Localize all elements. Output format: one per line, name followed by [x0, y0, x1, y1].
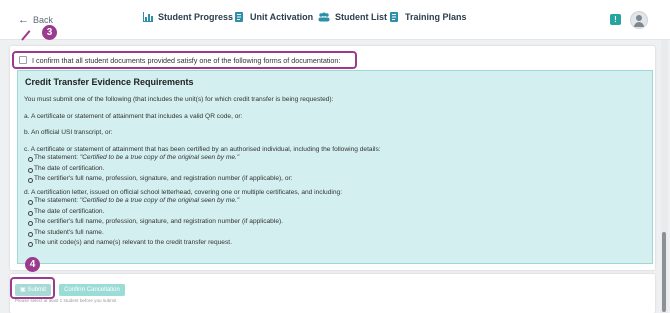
chat-icon[interactable]: !: [610, 14, 621, 25]
nav-label: Student Progress: [158, 12, 234, 22]
step-3-marker: 3: [42, 25, 57, 40]
bullet-prefix: The statement:: [34, 154, 80, 162]
confirm-cancellation-button[interactable]: Confirm Cancellation: [59, 284, 125, 296]
user-avatar-icon[interactable]: [630, 11, 648, 29]
confirm-highlight: I confirm that all student documents pro…: [12, 51, 357, 69]
nav-training-plans[interactable]: Training Plans: [390, 12, 467, 22]
top-navigation-bar: ← Back Student Progress Unit Activation …: [0, 0, 670, 40]
confirm-checkbox[interactable]: [19, 56, 27, 64]
confirm-label: I confirm that all student documents pro…: [32, 55, 341, 65]
submit-button[interactable]: ▣ Submit: [15, 284, 51, 296]
nav-label: Unit Activation: [250, 12, 314, 22]
bullet-quote: "Certified to be a true copy of the orig…: [79, 197, 240, 205]
evidence-c-bullet: The statement: "Certified to be a true c…: [24, 153, 646, 164]
evidence-d-bullet: The certifier's full name, profession, s…: [24, 217, 646, 228]
people-icon: [318, 12, 330, 22]
nav-student-list[interactable]: Student List: [318, 12, 387, 22]
submit-hint: Please select at least 1 student before …: [15, 298, 117, 303]
evidence-d-bullet: The student's full name.: [24, 228, 646, 239]
nav-unit-activation[interactable]: Unit Activation: [235, 12, 313, 22]
bar-chart-icon: [143, 12, 153, 22]
nav-label: Student List: [335, 12, 387, 22]
submit-label: Submit: [27, 287, 47, 293]
nav-student-progress[interactable]: Student Progress: [143, 12, 233, 22]
bullet-prefix: The statement:: [34, 197, 80, 205]
bullet-quote: "Certified to be a true copy of the orig…: [79, 154, 240, 162]
back-label: Back: [33, 15, 54, 25]
evidence-d-bullet: The unit code(s) and name(s) relevant to…: [24, 238, 646, 249]
evidence-c-bullet: The date of certification.: [24, 164, 646, 175]
evidence-intro: You must submit one of the following (th…: [24, 96, 334, 103]
evidence-item-c: c. A certificate or statement of attainm…: [24, 145, 381, 153]
step-4-marker: 4: [25, 257, 40, 272]
evidence-d-bullet: The date of certification.: [24, 207, 646, 218]
document-icon: [390, 12, 398, 22]
document-icon: [235, 12, 243, 22]
evidence-item-a: a. A certificate or statement of attainm…: [24, 112, 243, 120]
scrollbar-thumb[interactable]: [662, 232, 666, 312]
evidence-item-d: d. A certification letter, issued on off…: [24, 188, 343, 196]
evidence-requirements-panel: Credit Transfer Evidence Requirements Yo…: [17, 70, 653, 264]
evidence-d-bullet: The statement: "Certified to be a true c…: [24, 196, 646, 207]
evidence-item-b: b. An official USI transcript, or:: [24, 129, 113, 137]
evidence-title: Credit Transfer Evidence Requirements: [25, 77, 194, 87]
evidence-c-bullet: The certifier's full name, profession, s…: [24, 174, 646, 185]
back-arrow-icon: ←: [18, 14, 29, 26]
nav-label: Training Plans: [405, 12, 467, 22]
